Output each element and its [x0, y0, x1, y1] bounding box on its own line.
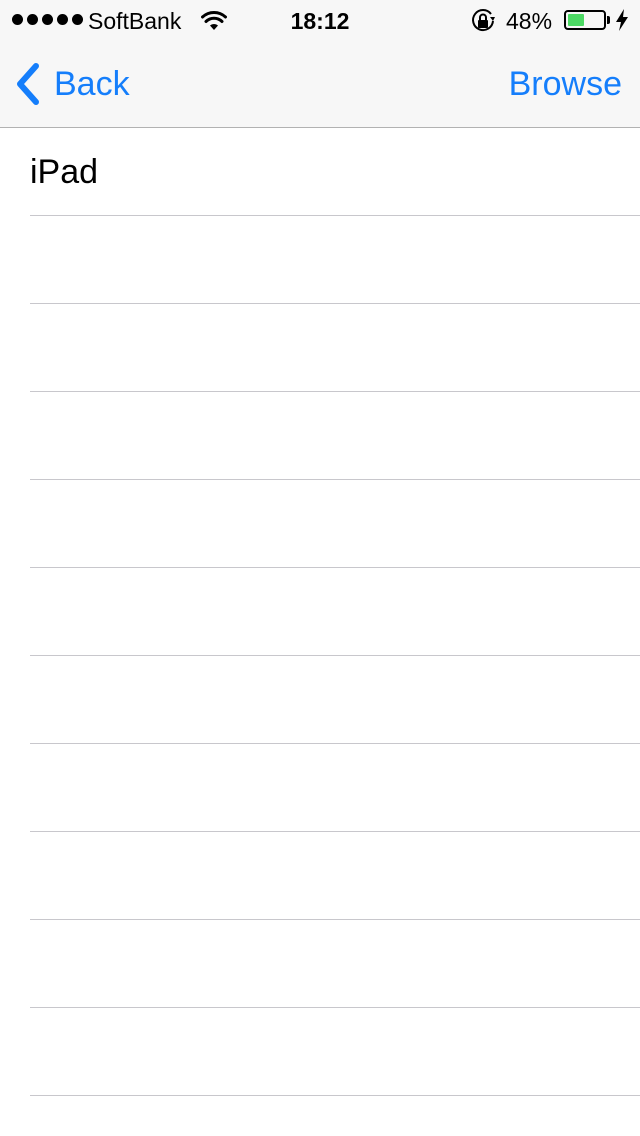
list-item[interactable] [30, 568, 640, 656]
list-item[interactable] [30, 744, 640, 832]
battery-cap [607, 16, 610, 24]
list-item[interactable] [30, 392, 640, 480]
status-bar: SoftBank 18:12 48% [0, 0, 640, 40]
list-item[interactable]: iPad [30, 128, 640, 216]
browse-button[interactable]: Browse [509, 62, 622, 106]
list-item[interactable] [30, 832, 640, 920]
back-button-label: Back [54, 65, 130, 103]
charging-bolt-icon [616, 9, 628, 31]
list-item[interactable] [30, 480, 640, 568]
navigation-bar: Back Browse [0, 40, 640, 128]
list-item[interactable] [30, 216, 640, 304]
battery-level-fill [568, 14, 584, 26]
top-bar: SoftBank 18:12 48% Back Browse [0, 0, 640, 128]
list-item[interactable] [30, 920, 640, 1008]
orientation-lock-icon [472, 9, 495, 32]
list-item[interactable] [30, 304, 640, 392]
battery-percent: 48% [506, 8, 553, 34]
battery-icon [564, 10, 606, 30]
list-item[interactable] [30, 656, 640, 744]
list-item-label: iPad [30, 153, 99, 191]
back-button[interactable]: Back [14, 60, 130, 108]
list-item[interactable] [30, 1008, 640, 1096]
device-list: iPad [0, 128, 640, 1096]
chevron-left-icon [17, 63, 39, 105]
